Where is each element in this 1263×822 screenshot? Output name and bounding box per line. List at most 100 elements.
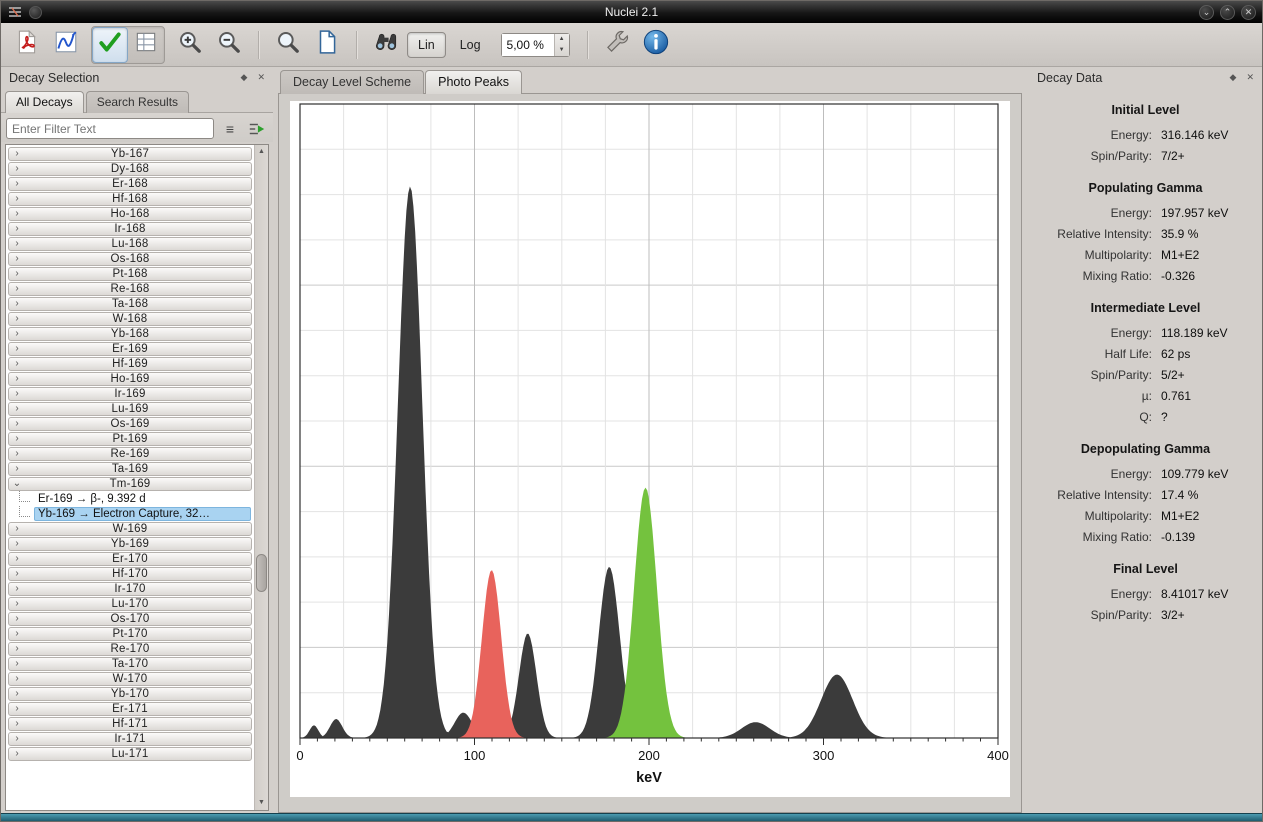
dock-close-icon[interactable]: ✕	[1246, 73, 1254, 82]
tree-item[interactable]: › Yb-169	[8, 537, 252, 551]
dock-close-icon[interactable]: ✕	[257, 73, 265, 82]
tree-item[interactable]: › Lu-171	[8, 747, 252, 761]
tree-item[interactable]: › W-168	[8, 312, 252, 326]
plot-curve-icon	[53, 29, 79, 60]
tree-item-label: Lu-170	[111, 598, 149, 610]
scrollbar-thumb[interactable]	[256, 553, 267, 592]
tree-item-label: Re-170	[110, 643, 150, 655]
zoom-in-button[interactable]	[172, 27, 208, 63]
tree-item[interactable]: › Yb-170	[8, 687, 252, 701]
tree-child-item[interactable]: Er-169 → β-, 9.392 d	[17, 491, 251, 506]
find-button[interactable]	[368, 27, 404, 63]
tree-item[interactable]: › W-169	[8, 522, 252, 536]
spectrum-plot[interactable]: 0 100 200 300 400 keV	[290, 101, 1010, 797]
tree-item[interactable]: › Hf-168	[8, 192, 252, 206]
tree-item[interactable]: › Re-170	[8, 642, 252, 656]
dock-float-icon[interactable]: ◆	[1230, 73, 1237, 82]
filter-input[interactable]	[6, 118, 214, 139]
pdf-icon	[14, 29, 40, 60]
chevron-right-icon: ›	[15, 328, 19, 339]
linear-scale-toggle[interactable]: Lin	[407, 31, 446, 58]
spectrum-chart[interactable]: 0 100 200 300 400 keV	[290, 101, 1010, 797]
close-button[interactable]: ✕	[1241, 4, 1256, 20]
dock-float-icon[interactable]: ◆	[241, 73, 248, 82]
chevron-right-icon: ›	[15, 538, 19, 549]
tree-scrollbar[interactable]: ▲ ▼	[254, 145, 268, 810]
tree-item[interactable]: › Pt-170	[8, 627, 252, 641]
chevron-right-icon: ›	[15, 148, 19, 159]
chevron-right-icon: ›	[15, 208, 19, 219]
tree-item[interactable]: › Ir-168	[8, 222, 252, 236]
tree-item[interactable]: › Re-168	[8, 282, 252, 296]
tree-item[interactable]: › Os-170	[8, 612, 252, 626]
tree-item[interactable]: › Ta-168	[8, 297, 252, 311]
tree-item[interactable]: › Ho-169	[8, 372, 252, 386]
zoom-original-button[interactable]	[270, 27, 306, 63]
tree-item[interactable]: › Yb-167	[8, 147, 252, 161]
tree-item[interactable]: › Lu-170	[8, 597, 252, 611]
tree-branch-line	[19, 506, 30, 517]
decay-data-sections: Initial Level Energy: 316.146 keV Spin/Pari…	[1029, 88, 1262, 625]
tab-all-decays[interactable]: All Decays	[5, 91, 84, 113]
tab-photo-peaks[interactable]: Photo Peaks	[425, 70, 523, 94]
tree-item[interactable]: › Hf-169	[8, 357, 252, 371]
tab-search-results[interactable]: Search Results	[85, 91, 190, 113]
maximize-button[interactable]: ⌃	[1220, 4, 1235, 20]
tree-item[interactable]: › Os-168	[8, 252, 252, 266]
zoom-percent-input[interactable]	[501, 33, 554, 56]
tab-decay-level-scheme[interactable]: Decay Level Scheme	[280, 70, 425, 94]
spin-up-icon[interactable]: ▲	[555, 34, 569, 45]
level-plot-button[interactable]	[48, 27, 84, 63]
preferences-button[interactable]	[599, 27, 635, 63]
scroll-down-icon[interactable]: ▼	[255, 796, 268, 810]
tree-item-label: Hf-170	[112, 568, 148, 580]
tree-item[interactable]: › Lu-168	[8, 237, 252, 251]
data-row: Energy: 197.957 keV	[1037, 202, 1254, 223]
tree-item[interactable]: › Hf-171	[8, 717, 252, 731]
tree-item[interactable]: › Re-169	[8, 447, 252, 461]
tree-item[interactable]: › Er-170	[8, 552, 252, 566]
tree-item[interactable]: › Er-169	[8, 342, 252, 356]
minimize-button[interactable]: ⌄	[1199, 4, 1214, 20]
tree-item[interactable]: › Er-171	[8, 702, 252, 716]
tree-item-label: Yb-168	[110, 328, 150, 340]
tree-item[interactable]: › Hf-170	[8, 567, 252, 581]
tree-item[interactable]: › Os-169	[8, 417, 252, 431]
tree-item-label: Lu-171	[111, 748, 149, 760]
chevron-right-icon: ›	[15, 433, 19, 444]
about-button[interactable]	[638, 27, 674, 63]
titlebar[interactable]: Nuclei 2.1 ⌄ ⌃ ✕	[1, 1, 1262, 23]
tree-item[interactable]: › Lu-169	[8, 402, 252, 416]
tree-item[interactable]: › Ta-169	[8, 462, 252, 476]
scrollbar-track[interactable]	[255, 159, 268, 796]
tree-item[interactable]: › Ir-169	[8, 387, 252, 401]
tree-child-item[interactable]: Yb-169 → Electron Capture, 32…	[17, 506, 251, 521]
table-view-toggle[interactable]	[128, 27, 164, 63]
tree-item[interactable]: › Yb-168	[8, 327, 252, 341]
show-peaks-toggle[interactable]	[92, 26, 128, 63]
window-menu-button[interactable]	[29, 5, 42, 19]
spin-down-icon[interactable]: ▼	[555, 45, 569, 56]
fit-page-button[interactable]	[309, 27, 345, 63]
apply-filter-button[interactable]	[246, 119, 268, 139]
data-row: Relative Intensity: 35.9 %	[1037, 223, 1254, 244]
tree-item[interactable]: › Ta-170	[8, 657, 252, 671]
tree-item[interactable]: › W-170	[8, 672, 252, 686]
filter-options-button[interactable]: ≡	[219, 119, 241, 139]
tree-item[interactable]: › Ir-171	[8, 732, 252, 746]
tree-item[interactable]: › Dy-168	[8, 162, 252, 176]
chevron-right-icon: ›	[15, 688, 19, 699]
tree-item[interactable]: › Pt-168	[8, 267, 252, 281]
tree-item[interactable]: ⌄ Tm-169	[8, 477, 252, 491]
main-area: Decay Selection ◆ ✕ All Decays Search Re…	[1, 67, 1262, 813]
tree-item[interactable]: › Ho-168	[8, 207, 252, 221]
log-scale-toggle[interactable]: Log	[449, 32, 492, 58]
tree-item[interactable]: › Ir-170	[8, 582, 252, 596]
zoom-out-button[interactable]	[211, 27, 247, 63]
zoom-percent-spinbox: ▲ ▼	[500, 32, 570, 57]
tree-item[interactable]: › Er-168	[8, 177, 252, 191]
data-row-value: M1+E2	[1161, 247, 1200, 262]
export-pdf-button[interactable]	[9, 27, 45, 63]
scroll-up-icon[interactable]: ▲	[255, 145, 268, 159]
tree-item[interactable]: › Pt-169	[8, 432, 252, 446]
